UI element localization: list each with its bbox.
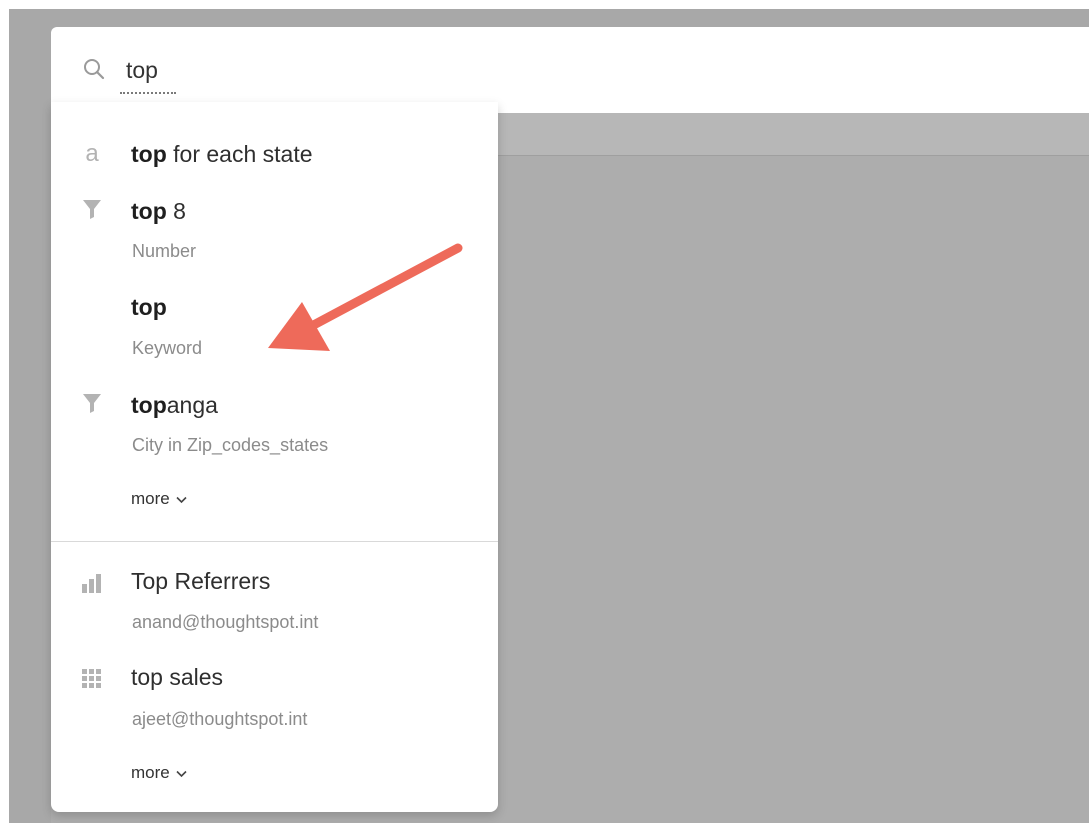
search-input[interactable] [122, 50, 630, 90]
suggestion-title: top 8 [131, 198, 186, 224]
suggestion-title: top [131, 294, 167, 320]
section-divider [51, 541, 498, 542]
suggestion-dropdown: a top for each state top 8 Number top Ke… [51, 102, 498, 812]
more-suggestions-link[interactable]: more [131, 489, 187, 509]
chevron-down-icon [176, 763, 187, 783]
saved-answer-title: top sales [131, 664, 224, 690]
suggestion-item[interactable]: topanga City in Zip_codes_states [51, 386, 498, 466]
saved-answer-owner: ajeet@thoughtspot.int [132, 709, 308, 729]
filter-icon [79, 390, 105, 416]
search-icon [82, 57, 106, 81]
more-saved-answers-link[interactable]: more [131, 763, 187, 783]
table-grid-icon [79, 666, 105, 692]
typed-token-underline [120, 92, 176, 94]
bar-chart-icon [79, 570, 105, 596]
suggestion-type: City in Zip_codes_states [132, 435, 329, 455]
saved-answer-item[interactable]: top sales ajeet@thoughtspot.int [51, 660, 498, 740]
annotation-arrow-icon [268, 243, 463, 351]
suggestion-title: top for each state [131, 141, 313, 167]
saved-answer-item[interactable]: Top Referrers anand@thoughtspot.int [51, 564, 498, 644]
saved-answer-title: Top Referrers [131, 568, 271, 594]
suggestion-type: Keyword [132, 338, 203, 358]
suggestion-title: topanga [131, 392, 218, 418]
suggestion-type: Number [132, 241, 197, 261]
attribute-a-icon: a [85, 140, 99, 167]
chevron-down-icon [176, 489, 187, 509]
suggestion-item[interactable]: a top for each state [51, 132, 498, 176]
saved-answer-owner: anand@thoughtspot.int [132, 612, 319, 632]
filter-icon [79, 196, 105, 222]
